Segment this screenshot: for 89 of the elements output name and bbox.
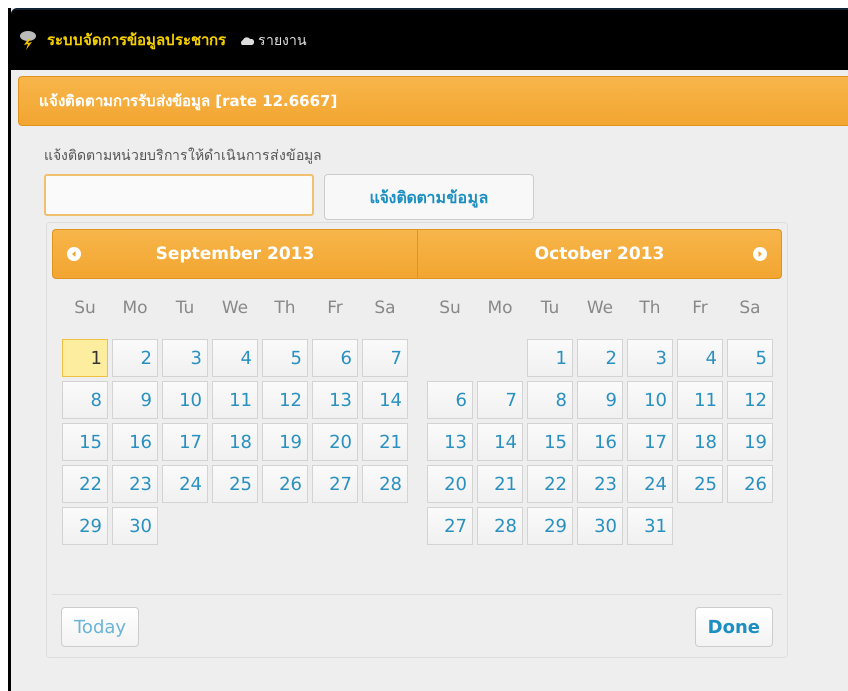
day-cell[interactable]: 24 — [627, 465, 673, 503]
day-cell[interactable]: 16 — [112, 423, 158, 461]
day-cell[interactable]: 17 — [627, 423, 673, 461]
today-button[interactable]: Today — [61, 607, 140, 647]
day-cell[interactable]: 4 — [212, 339, 258, 377]
day-cell[interactable]: 19 — [727, 423, 773, 461]
weekday-label: Th — [638, 297, 662, 320]
day-cell[interactable]: 18 — [212, 423, 258, 461]
day-cell[interactable]: 26 — [262, 465, 308, 503]
day-cell[interactable]: 9 — [577, 381, 623, 419]
day-cell[interactable]: 23 — [577, 465, 623, 503]
day-cell[interactable]: 5 — [262, 339, 308, 377]
day-cell[interactable]: 22 — [527, 465, 573, 503]
weekday-label: Su — [73, 297, 97, 320]
weekday-label: Th — [273, 297, 297, 320]
day-cell[interactable]: 3 — [162, 339, 208, 377]
day-cell[interactable]: 10 — [162, 381, 208, 419]
day-cell[interactable]: 6 — [427, 381, 473, 419]
day-cell[interactable]: 1 — [527, 339, 573, 377]
weekday-label: We — [586, 297, 614, 320]
weekday-label: Mo — [486, 297, 514, 320]
day-cell[interactable]: 21 — [362, 423, 408, 461]
day-cell[interactable]: 28 — [362, 465, 408, 503]
weekday-label: Mo — [121, 297, 149, 320]
day-cell[interactable]: 3 — [627, 339, 673, 377]
report-link[interactable]: รายงาน — [258, 29, 307, 51]
day-cell[interactable]: 2 — [577, 339, 623, 377]
day-cell[interactable]: 26 — [727, 465, 773, 503]
day-cell[interactable]: 12 — [262, 381, 308, 419]
done-button[interactable]: Done — [694, 607, 773, 647]
day-cell[interactable]: 30 — [112, 507, 158, 545]
day-cell[interactable]: 23 — [112, 465, 158, 503]
day-cell[interactable]: 31 — [627, 507, 673, 545]
day-cell[interactable]: 15 — [527, 423, 573, 461]
day-cell[interactable]: 19 — [262, 423, 308, 461]
day-cell[interactable]: 18 — [677, 423, 723, 461]
panel-title: แจ้งติดตามการรับส่งข้อมูล [rate 12.6667] — [39, 91, 338, 112]
day-cell[interactable]: 8 — [527, 381, 573, 419]
next-month-icon[interactable] — [753, 247, 767, 261]
weekday-label: Fr — [691, 297, 709, 320]
day-cell[interactable]: 17 — [162, 423, 208, 461]
weekday-label: We — [220, 297, 250, 320]
day-cell[interactable]: 28 — [477, 507, 523, 545]
weekday-label: Fr — [326, 297, 344, 320]
weekday-label: Tu — [174, 297, 196, 320]
day-cell[interactable]: 30 — [577, 507, 623, 545]
day-cell[interactable]: 29 — [62, 507, 108, 545]
day-cell[interactable]: 8 — [62, 381, 108, 419]
day-cell[interactable]: 25 — [677, 465, 723, 503]
day-cell[interactable]: 21 — [477, 465, 523, 503]
day-cell[interactable]: 15 — [62, 423, 108, 461]
cloud-icon — [240, 36, 254, 44]
day-cell[interactable]: 20 — [312, 423, 358, 461]
day-cell[interactable]: 6 — [312, 339, 358, 377]
input-field[interactable] — [44, 174, 314, 216]
day-cell[interactable]: 11 — [677, 381, 723, 419]
month-title: September 2013 — [156, 244, 314, 264]
weekday-label: Su — [438, 297, 462, 320]
day-cell[interactable]: 2 — [112, 339, 158, 377]
day-cell[interactable]: 29 — [527, 507, 573, 545]
day-cell[interactable]: 11 — [212, 381, 258, 419]
day-cell[interactable]: 9 — [112, 381, 158, 419]
day-cell[interactable]: 5 — [727, 339, 773, 377]
day-cell[interactable]: 13 — [427, 423, 473, 461]
day-cell[interactable]: 4 — [677, 339, 723, 377]
app-title[interactable]: ระบบจัดการข้อมูลประชากร — [47, 28, 226, 52]
field-label: แจ้งติดตามหน่วยบริการให้ดำเนินการส่งข้อมูล — [44, 146, 323, 166]
day-cell[interactable]: 27 — [427, 507, 473, 545]
weekday-label: Tu — [540, 297, 560, 320]
month-title: October 2013 — [534, 244, 664, 264]
day-cell[interactable]: 7 — [362, 339, 408, 377]
day-cell[interactable]: 24 — [162, 465, 208, 503]
day-cell[interactable]: 22 — [62, 465, 108, 503]
day-cell[interactable]: 25 — [212, 465, 258, 503]
day-cell[interactable]: 27 — [312, 465, 358, 503]
storm-cloud-icon — [19, 30, 37, 50]
previous-month-icon[interactable] — [67, 247, 81, 261]
day-cell[interactable]: 14 — [477, 423, 523, 461]
day-cell[interactable]: 20 — [427, 465, 473, 503]
notify-button[interactable]: แจ้งติดตามข้อมูล — [324, 174, 534, 220]
day-cell[interactable]: 12 — [727, 381, 773, 419]
day-cell[interactable]: 1 — [62, 339, 108, 377]
day-cell[interactable]: 14 — [362, 381, 408, 419]
weekday-label: Sa — [373, 297, 397, 320]
day-cell[interactable]: 13 — [312, 381, 358, 419]
day-cell[interactable]: 7 — [477, 381, 523, 419]
weekday-label: Sa — [738, 297, 762, 320]
day-cell[interactable]: 10 — [627, 381, 673, 419]
day-cell[interactable]: 16 — [577, 423, 623, 461]
